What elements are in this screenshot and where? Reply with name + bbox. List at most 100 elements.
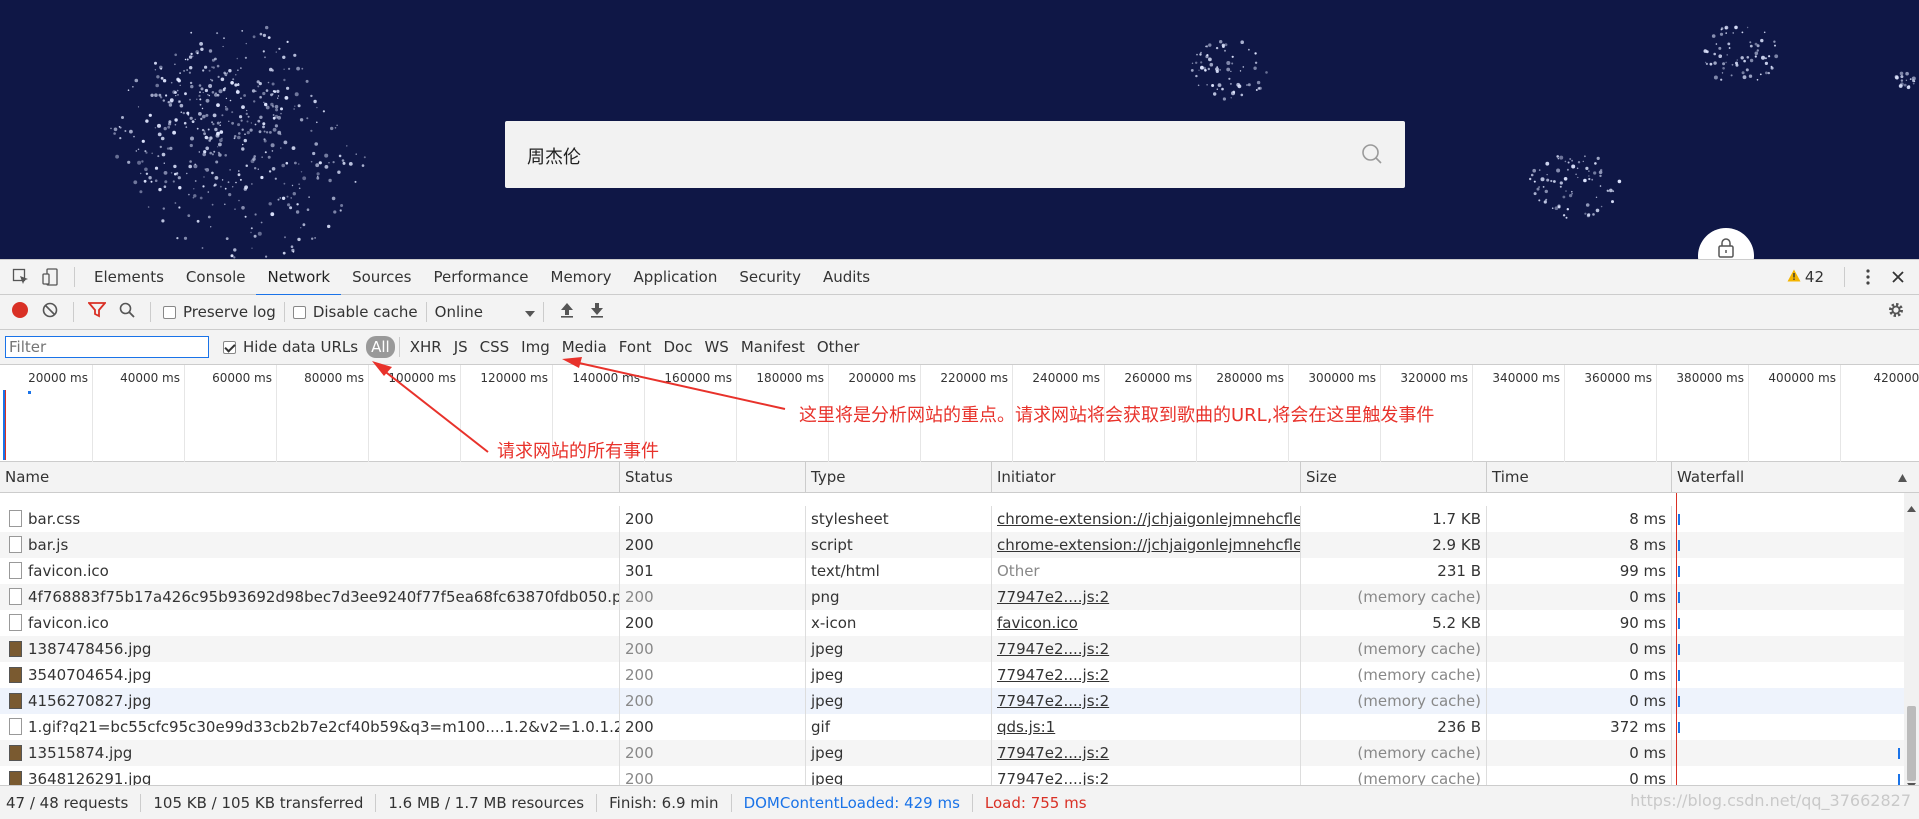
hide-data-urls-checkbox[interactable]: Hide data URLs: [223, 338, 358, 356]
filter-type-css[interactable]: CSS: [474, 336, 516, 358]
warning-badge[interactable]: 42: [1787, 268, 1824, 286]
request-name-cell[interactable]: 13515874.jpg: [0, 740, 620, 766]
device-toolbar-icon[interactable]: [36, 262, 66, 292]
request-type: jpeg: [811, 744, 844, 762]
divider: [150, 302, 151, 322]
filter-type-js[interactable]: JS: [448, 336, 474, 358]
search-value: 周杰伦: [527, 147, 581, 168]
request-name-cell[interactable]: 1.gif?q21=bc55cfc95c30e99d33cb2b7e2cf40b…: [0, 714, 620, 740]
request-time-cell: 8 ms: [1487, 506, 1672, 532]
column-size[interactable]: Size: [1301, 462, 1487, 493]
request-name-cell[interactable]: 3540704654.jpg: [0, 662, 620, 688]
table-row[interactable]: bar.css 200 stylesheet chrome-extension://j…: [0, 506, 1904, 532]
request-initiator[interactable]: 77947e2....js:2: [997, 744, 1109, 762]
table-row[interactable]: 13515874.jpg 200 jpeg 77947e2....js:2 (memor…: [0, 740, 1904, 766]
filter-type-doc[interactable]: Doc: [657, 336, 698, 358]
request-name-cell[interactable]: 3648126291.jpg: [0, 766, 620, 785]
more-options-icon[interactable]: [1853, 262, 1883, 292]
timeline-tick-label: 240000 ms: [1032, 371, 1100, 385]
request-initiator[interactable]: chrome-extension://jchjaigonlejmnehcflec…: [997, 536, 1300, 554]
tab-console[interactable]: Console: [175, 260, 257, 295]
filter-type-xhr[interactable]: XHR: [404, 336, 448, 358]
network-settings-button[interactable]: [1881, 297, 1911, 327]
table-row[interactable]: 3648126291.jpg 200 jpeg 77947e2....js:2 (mem…: [0, 766, 1904, 785]
tab-elements[interactable]: Elements: [83, 260, 175, 295]
export-har-button[interactable]: [582, 297, 612, 327]
warning-icon: [1787, 268, 1805, 286]
filter-type-manifest[interactable]: Manifest: [735, 336, 811, 358]
preserve-log-box[interactable]: [163, 305, 176, 319]
waterfall-bar: [1678, 540, 1680, 551]
table-row[interactable]: 1.gif?q21=bc55cfc95c30e99d33cb2b7e2cf40b…: [0, 714, 1904, 740]
hide-data-urls-box[interactable]: [223, 340, 236, 354]
column-initiator[interactable]: Initiator: [992, 462, 1301, 493]
clear-button[interactable]: [35, 297, 65, 327]
request-initiator[interactable]: qds.js:1: [997, 718, 1055, 736]
table-row[interactable]: bar.js 200 script chrome-extension://jchjai…: [0, 532, 1904, 558]
disable-cache-checkbox[interactable]: Disable cache: [292, 303, 418, 321]
close-devtools-icon[interactable]: [1883, 262, 1913, 292]
request-status-cell: 200: [620, 636, 806, 662]
filter-type-ws[interactable]: WS: [698, 336, 734, 358]
column-name[interactable]: Name: [0, 462, 620, 493]
request-initiator-cell: 77947e2....js:2: [992, 636, 1301, 662]
tab-application[interactable]: Application: [623, 260, 729, 295]
throttling-select[interactable]: Online: [435, 303, 535, 321]
table-row[interactable]: 4156270827.jpg 200 jpeg 77947e2....js:2 (mem…: [0, 688, 1904, 714]
request-initiator[interactable]: 77947e2....js:2: [997, 588, 1109, 606]
preserve-log-label: Preserve log: [183, 303, 276, 321]
tab-network[interactable]: Network: [256, 260, 341, 296]
request-initiator[interactable]: 77947e2....js:2: [997, 666, 1109, 684]
tab-performance[interactable]: Performance: [422, 260, 539, 295]
search-network-button[interactable]: [112, 297, 142, 327]
request-initiator[interactable]: 77947e2....js:2: [997, 770, 1109, 785]
search-input[interactable]: 周杰伦: [505, 121, 1405, 188]
table-scrollbar[interactable]: [1904, 493, 1919, 789]
tab-sources[interactable]: Sources: [341, 260, 422, 295]
request-time-cell: 99 ms: [1487, 558, 1672, 584]
table-row[interactable]: 4f768883f75b17a426c95b93692d98bec7d3ee92…: [0, 584, 1904, 610]
column-waterfall[interactable]: Waterfall: [1672, 462, 1919, 493]
table-row[interactable]: 1387478456.jpg 200 jpeg 77947e2....js:2 (mem…: [0, 636, 1904, 662]
column-status[interactable]: Status: [620, 462, 806, 493]
request-time: 90 ms: [1619, 614, 1666, 632]
preserve-log-checkbox[interactable]: Preserve log: [163, 303, 276, 321]
record-button[interactable]: [5, 297, 35, 327]
inspect-element-icon[interactable]: [6, 262, 36, 292]
tab-memory[interactable]: Memory: [540, 260, 623, 295]
request-name-cell[interactable]: 1387478456.jpg: [0, 636, 620, 662]
column-type[interactable]: Type: [806, 462, 992, 493]
disable-cache-box[interactable]: [292, 305, 306, 319]
table-row[interactable]: [0, 493, 1904, 506]
scroll-up-icon[interactable]: [1907, 498, 1916, 516]
column-time[interactable]: Time: [1487, 462, 1672, 493]
filter-toggle-button[interactable]: [82, 297, 112, 327]
filter-input[interactable]: [5, 336, 209, 358]
filter-type-font[interactable]: Font: [613, 336, 658, 358]
table-row[interactable]: 3540704654.jpg 200 jpeg 77947e2....js:2 (mem…: [0, 662, 1904, 688]
request-initiator[interactable]: favicon.ico: [997, 614, 1078, 632]
request-initiator[interactable]: 77947e2....js:2: [997, 692, 1109, 710]
search-icon[interactable]: [1361, 143, 1383, 169]
request-time: 0 ms: [1629, 770, 1666, 785]
filter-type-other[interactable]: Other: [811, 336, 866, 358]
filter-type-media[interactable]: Media: [556, 336, 613, 358]
tab-security[interactable]: Security: [728, 260, 812, 295]
download-icon: [590, 302, 604, 322]
request-initiator[interactable]: chrome-extension://jchjaigonlejmnehcflec…: [997, 510, 1300, 528]
request-name-cell[interactable]: 4f768883f75b17a426c95b93692d98bec7d3ee92…: [0, 584, 620, 610]
request-name-cell[interactable]: bar.js: [0, 532, 620, 558]
filter-type-img[interactable]: Img: [515, 336, 556, 358]
table-row[interactable]: favicon.ico 200 x-icon favicon.ico 5.2 KB 90 …: [0, 610, 1904, 636]
request-type: x-icon: [811, 614, 857, 632]
request-name-cell[interactable]: bar.css: [0, 506, 620, 532]
scrollbar-thumb[interactable]: [1907, 706, 1916, 781]
table-row[interactable]: favicon.ico 301 text/html Other 231 B 99 ms: [0, 558, 1904, 584]
import-har-button[interactable]: [552, 297, 582, 327]
request-initiator[interactable]: 77947e2....js:2: [997, 640, 1109, 658]
tab-audits[interactable]: Audits: [812, 260, 881, 295]
request-name-cell[interactable]: favicon.ico: [0, 558, 620, 584]
request-name-cell[interactable]: favicon.ico: [0, 610, 620, 636]
request-name-cell[interactable]: 4156270827.jpg: [0, 688, 620, 714]
filter-type-all[interactable]: All: [366, 336, 395, 358]
